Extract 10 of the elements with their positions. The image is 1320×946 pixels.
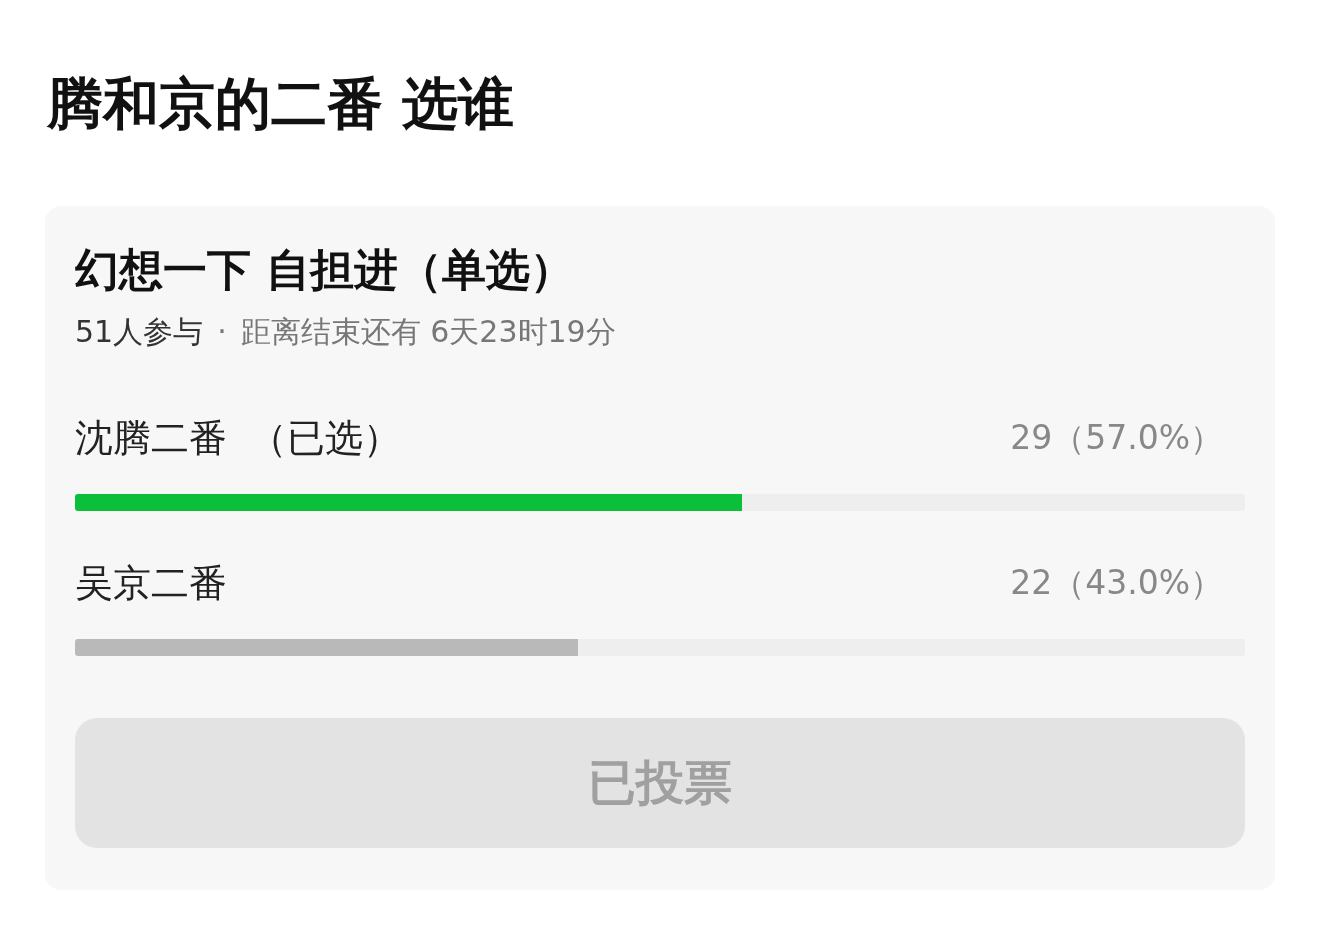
page-title: 腾和京的二番 选谁 — [47, 70, 516, 138]
poll-title: 幻想一下 自担进（单选） — [75, 243, 576, 297]
participant-count: 51人参与 — [75, 313, 204, 351]
selected-note: （已选） — [249, 415, 401, 462]
option-result: 22（43.0%） — [1010, 561, 1223, 604]
option-label: 吴京二番 — [75, 560, 227, 607]
separator-dot: · — [217, 313, 227, 351]
time-remaining: 距离结束还有 6天23时19分 — [240, 313, 616, 351]
option-result: 29（57.0%） — [1010, 416, 1223, 459]
option-label: 沈腾二番 — [75, 415, 227, 462]
